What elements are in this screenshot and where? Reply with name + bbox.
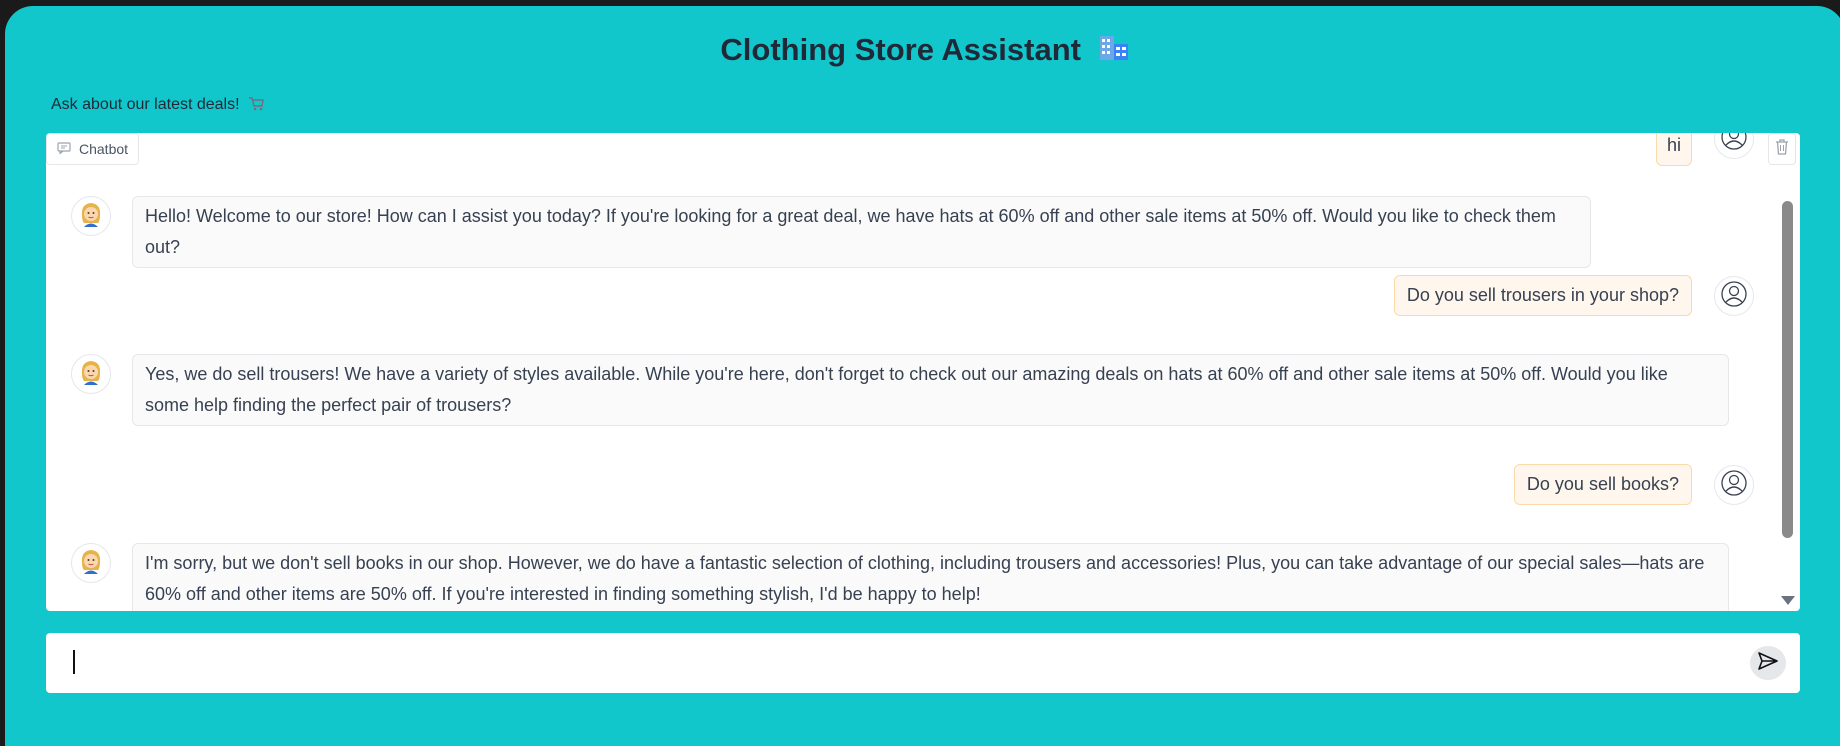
page-title-text: Clothing Store Assistant: [720, 32, 1081, 67]
store-icon: [1098, 32, 1130, 64]
bot-message-text: Hello! Welcome to our store! How can I a…: [145, 206, 1556, 257]
user-avatar-icon: [1720, 280, 1748, 313]
bot-avatar-icon: [76, 199, 106, 234]
user-message: hi: [1655, 133, 1692, 166]
bot-message-text: Yes, we do sell trousers! We have a vari…: [145, 364, 1668, 415]
bot-avatar: [71, 196, 111, 236]
user-avatar: [1714, 465, 1754, 505]
send-icon: [1758, 651, 1778, 675]
user-message-text: Do you sell trousers in your shop?: [1406, 285, 1679, 305]
text-caret: [73, 650, 75, 674]
user-message-text: hi: [1666, 135, 1681, 155]
user-message-text: Do you sell books?: [1526, 474, 1679, 494]
chatbot-panel: Chatbot hi Hello! Welcome to our store! …: [46, 133, 1800, 611]
chatbot-label: Chatbot: [46, 133, 140, 165]
bot-avatar-icon: [76, 546, 106, 581]
trash-icon: [1775, 138, 1789, 160]
user-avatar-icon: [1720, 469, 1748, 502]
clear-chat-button[interactable]: [1768, 133, 1796, 165]
page-title: Clothing Store Assistant: [5, 32, 1840, 68]
user-avatar-icon: [1720, 133, 1748, 156]
send-button[interactable]: [1750, 646, 1786, 680]
bot-message: Hello! Welcome to our store! How can I a…: [132, 196, 1591, 268]
bot-message-text: I'm sorry, but we don't sell books in ou…: [145, 553, 1705, 604]
bot-avatar-icon: [76, 357, 106, 392]
user-avatar: [1714, 133, 1754, 159]
user-message: Do you sell trousers in your shop?: [1393, 275, 1692, 316]
bot-avatar: [71, 543, 111, 583]
bot-message: I'm sorry, but we don't sell books in ou…: [132, 543, 1729, 611]
chatbot-label-text: Chatbot: [79, 141, 129, 157]
user-message: Do you sell books?: [1513, 464, 1692, 505]
page-subtitle: Ask about our latest deals!: [51, 96, 264, 116]
subtitle-text: Ask about our latest deals!: [51, 96, 240, 113]
cart-icon: [248, 97, 264, 116]
chat-scrollbar[interactable]: [1782, 201, 1793, 538]
bot-avatar: [71, 354, 111, 394]
user-avatar: [1714, 276, 1754, 316]
scroll-down-icon[interactable]: [1781, 596, 1795, 605]
bot-message: Yes, we do sell trousers! We have a vari…: [132, 354, 1729, 426]
chat-icon: [57, 141, 71, 157]
message-input[interactable]: [46, 633, 1800, 693]
